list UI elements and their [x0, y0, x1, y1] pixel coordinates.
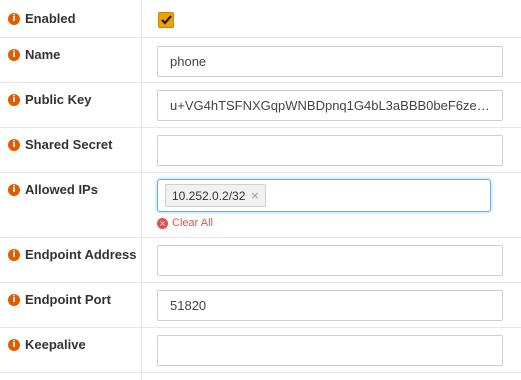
- shared-secret-label-text: Shared Secret: [25, 137, 113, 152]
- row-divider: [0, 37, 521, 38]
- endpoint-address-label-text: Endpoint Address: [25, 247, 137, 262]
- keepalive-label-text: Keepalive: [25, 337, 86, 352]
- allowed-ip-tag-text: 10.252.0.2/32: [172, 188, 246, 203]
- keepalive-input[interactable]: [157, 335, 503, 366]
- row-divider: [0, 172, 521, 173]
- endpoint-port-label: i Endpoint Port: [8, 292, 111, 307]
- enabled-label: i Enabled: [8, 11, 76, 26]
- allowed-ips-label-text: Allowed IPs: [25, 182, 98, 197]
- endpoint-address-label: i Endpoint Address: [8, 247, 136, 262]
- check-icon: [160, 15, 172, 25]
- shared-secret-input[interactable]: [157, 135, 503, 166]
- name-label-text: Name: [25, 47, 61, 62]
- info-icon[interactable]: i: [8, 248, 20, 261]
- row-divider: [0, 127, 521, 128]
- remove-icon[interactable]: ×: [250, 189, 259, 202]
- public-key-input[interactable]: u+VG4hTSFNXGqpWNBDpnq1G4bL3aBBB0beF6ze6j…: [157, 90, 503, 121]
- info-icon[interactable]: i: [8, 183, 20, 196]
- info-icon[interactable]: i: [8, 93, 20, 106]
- column-divider: [141, 0, 142, 380]
- info-icon[interactable]: i: [8, 48, 20, 61]
- endpoint-address-input[interactable]: [157, 245, 503, 276]
- public-key-label: i Public Key: [8, 92, 91, 107]
- name-label: i Name: [8, 47, 60, 62]
- row-divider: [0, 82, 521, 83]
- row-divider: [0, 372, 521, 373]
- shared-secret-label: i Shared Secret: [8, 137, 112, 152]
- remove-icon: ×: [157, 217, 168, 229]
- info-icon[interactable]: i: [8, 12, 20, 25]
- public-key-label-text: Public Key: [25, 92, 92, 107]
- endpoint-port-label-text: Endpoint Port: [25, 292, 111, 307]
- endpoint-port-input-value: 51820: [170, 298, 207, 313]
- keepalive-label: i Keepalive: [8, 337, 86, 352]
- endpoint-port-input[interactable]: 51820: [157, 290, 503, 321]
- allowed-ips-input[interactable]: 10.252.0.2/32 ×: [157, 179, 491, 212]
- name-input-value: phone: [170, 54, 207, 69]
- allowed-ips-label: i Allowed IPs: [8, 182, 98, 197]
- row-divider: [0, 282, 521, 283]
- row-divider: [0, 237, 521, 238]
- clear-all-link[interactable]: × Clear All: [157, 217, 213, 229]
- info-icon[interactable]: i: [8, 293, 20, 306]
- enabled-label-text: Enabled: [25, 11, 76, 26]
- info-icon[interactable]: i: [8, 138, 20, 151]
- name-input[interactable]: phone: [157, 46, 503, 77]
- clear-all-text: Clear All: [172, 217, 213, 229]
- enabled-checkbox[interactable]: [158, 12, 174, 28]
- public-key-input-value: u+VG4hTSFNXGqpWNBDpnq1G4bL3aBBB0beF6ze6j…: [170, 98, 490, 113]
- info-icon[interactable]: i: [8, 338, 20, 351]
- allowed-ip-tag: 10.252.0.2/32 ×: [165, 184, 266, 207]
- row-divider: [0, 327, 521, 328]
